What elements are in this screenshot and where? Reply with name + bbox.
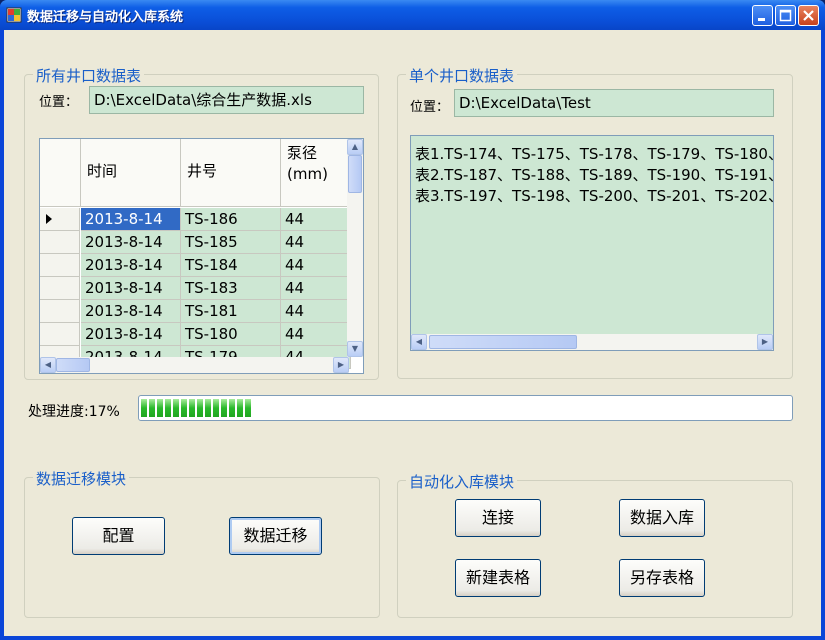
maximize-icon [779,9,792,22]
save-as-table-button[interactable]: 另存表格 [619,559,705,597]
auto-import-module-title: 自动化入库模块 [406,471,518,492]
progress-chunk [181,399,187,417]
cell-well-no[interactable]: TS-183 [181,277,281,300]
window-title: 数据迁移与自动化入库系统 [27,10,184,25]
cell-pump-diameter[interactable]: 44 [281,323,351,346]
single-well-tables-textarea[interactable]: 表1.TS-174、TS-175、TS-178、TS-179、TS-180、 表… [410,135,774,351]
cell-pump-diameter[interactable]: 44 [281,208,351,231]
progress-chunk [221,399,227,417]
cell-time[interactable]: 2013-8-14 [81,231,181,254]
progress-chunk [213,399,219,417]
close-button[interactable] [798,5,819,26]
textarea-horizontal-scrollbar[interactable]: ◀ ▶ [411,334,773,350]
cell-time[interactable]: 2013-8-14 [81,323,181,346]
scroll-up-arrow-icon[interactable]: ▲ [347,139,363,155]
cell-pump-diameter[interactable]: 44 [281,254,351,277]
cell-well-no[interactable]: TS-186 [181,208,281,231]
all-wells-location-field[interactable]: D:\ExcelData\综合生产数据.xls [89,86,364,114]
all-wells-location-label: 位置： [39,95,79,110]
table-line: 表3.TS-197、TS-198、TS-200、TS-201、TS-202、 [415,187,774,205]
progress-chunk [165,399,171,417]
cell-pump-diameter[interactable]: 44 [281,300,351,323]
table-line: 表1.TS-174、TS-175、TS-178、TS-179、TS-180、 [415,145,774,163]
client-area: 所有井口数据表 位置： D:\ExcelData\综合生产数据.xls 时间 井… [4,30,821,636]
cell-time[interactable]: 2013-8-14 [81,300,181,323]
progress-chunk [197,399,203,417]
progress-chunk [229,399,235,417]
cell-well-no[interactable]: TS-181 [181,300,281,323]
cell-pump-diameter[interactable]: 44 [281,277,351,300]
scroll-right-arrow-icon[interactable]: ▶ [757,334,773,350]
scroll-down-arrow-icon[interactable]: ▼ [347,341,363,357]
row-header[interactable] [40,323,80,346]
minimize-button[interactable] [752,5,773,26]
single-well-location-label: 位置： [410,100,450,115]
grid-horizontal-scrollbar[interactable]: ◀ ▶ [40,357,349,373]
minimize-icon [758,18,765,21]
progress-chunk [173,399,179,417]
column-header-well-no[interactable]: 井号 [181,139,281,207]
scroll-left-arrow-icon[interactable]: ◀ [411,334,427,350]
app-window: 数据迁移与自动化入库系统 所有井口数据表 位置： D:\ExcelData\综合… [0,0,825,640]
cell-time[interactable]: 2013-8-14 [81,208,181,231]
column-header-pump-diameter[interactable]: 泵径 (mm) [281,139,351,207]
connect-button[interactable]: 连接 [455,499,541,537]
maximize-button[interactable] [775,5,796,26]
progress-label: 处理进度:17% [28,404,120,420]
row-header[interactable] [40,208,80,231]
vertical-scroll-thumb[interactable] [348,155,362,193]
row-header[interactable] [40,254,80,277]
cell-time[interactable]: 2013-8-14 [81,277,181,300]
new-table-button[interactable]: 新建表格 [455,559,541,597]
progress-bar [138,395,793,421]
all-wells-grid[interactable]: 时间 井号 泵径 (mm) 2013-8-14 TS-186 44 2013-8… [39,138,364,374]
config-button[interactable]: 配置 [72,517,165,555]
cell-well-no[interactable]: TS-180 [181,323,281,346]
current-row-arrow-icon [46,214,52,224]
row-header[interactable] [40,300,80,323]
grid-corner-header [40,139,81,207]
cell-time[interactable]: 2013-8-14 [81,254,181,277]
progress-chunk [205,399,211,417]
progress-chunk [149,399,155,417]
scroll-right-arrow-icon[interactable]: ▶ [333,357,349,373]
migration-module-title: 数据迁移模块 [33,468,130,489]
data-import-button[interactable]: 数据入库 [619,499,705,537]
horizontal-scroll-thumb[interactable] [429,335,577,349]
column-header-time[interactable]: 时间 [81,139,181,207]
data-migration-button[interactable]: 数据迁移 [229,517,322,555]
single-well-location-field[interactable]: D:\ExcelData\Test [454,89,774,117]
progress-chunk [237,399,243,417]
cell-well-no[interactable]: TS-185 [181,231,281,254]
horizontal-scroll-thumb[interactable] [56,358,90,372]
row-header[interactable] [40,231,80,254]
single-well-group-title: 单个井口数据表 [406,65,518,86]
app-icon [6,7,22,23]
progress-chunk [245,399,251,417]
progress-chunk [141,399,147,417]
progress-chunk [189,399,195,417]
close-icon [803,10,814,21]
title-bar[interactable]: 数据迁移与自动化入库系统 [0,0,825,30]
row-header[interactable] [40,277,80,300]
table-line: 表2.TS-187、TS-188、TS-189、TS-190、TS-191、 [415,166,774,184]
cell-well-no[interactable]: TS-184 [181,254,281,277]
cell-pump-diameter[interactable]: 44 [281,231,351,254]
grid-vertical-scrollbar[interactable]: ▲ ▼ [347,139,363,357]
all-wells-group-title: 所有井口数据表 [33,65,145,86]
scroll-left-arrow-icon[interactable]: ◀ [40,357,56,373]
progress-chunk [157,399,163,417]
